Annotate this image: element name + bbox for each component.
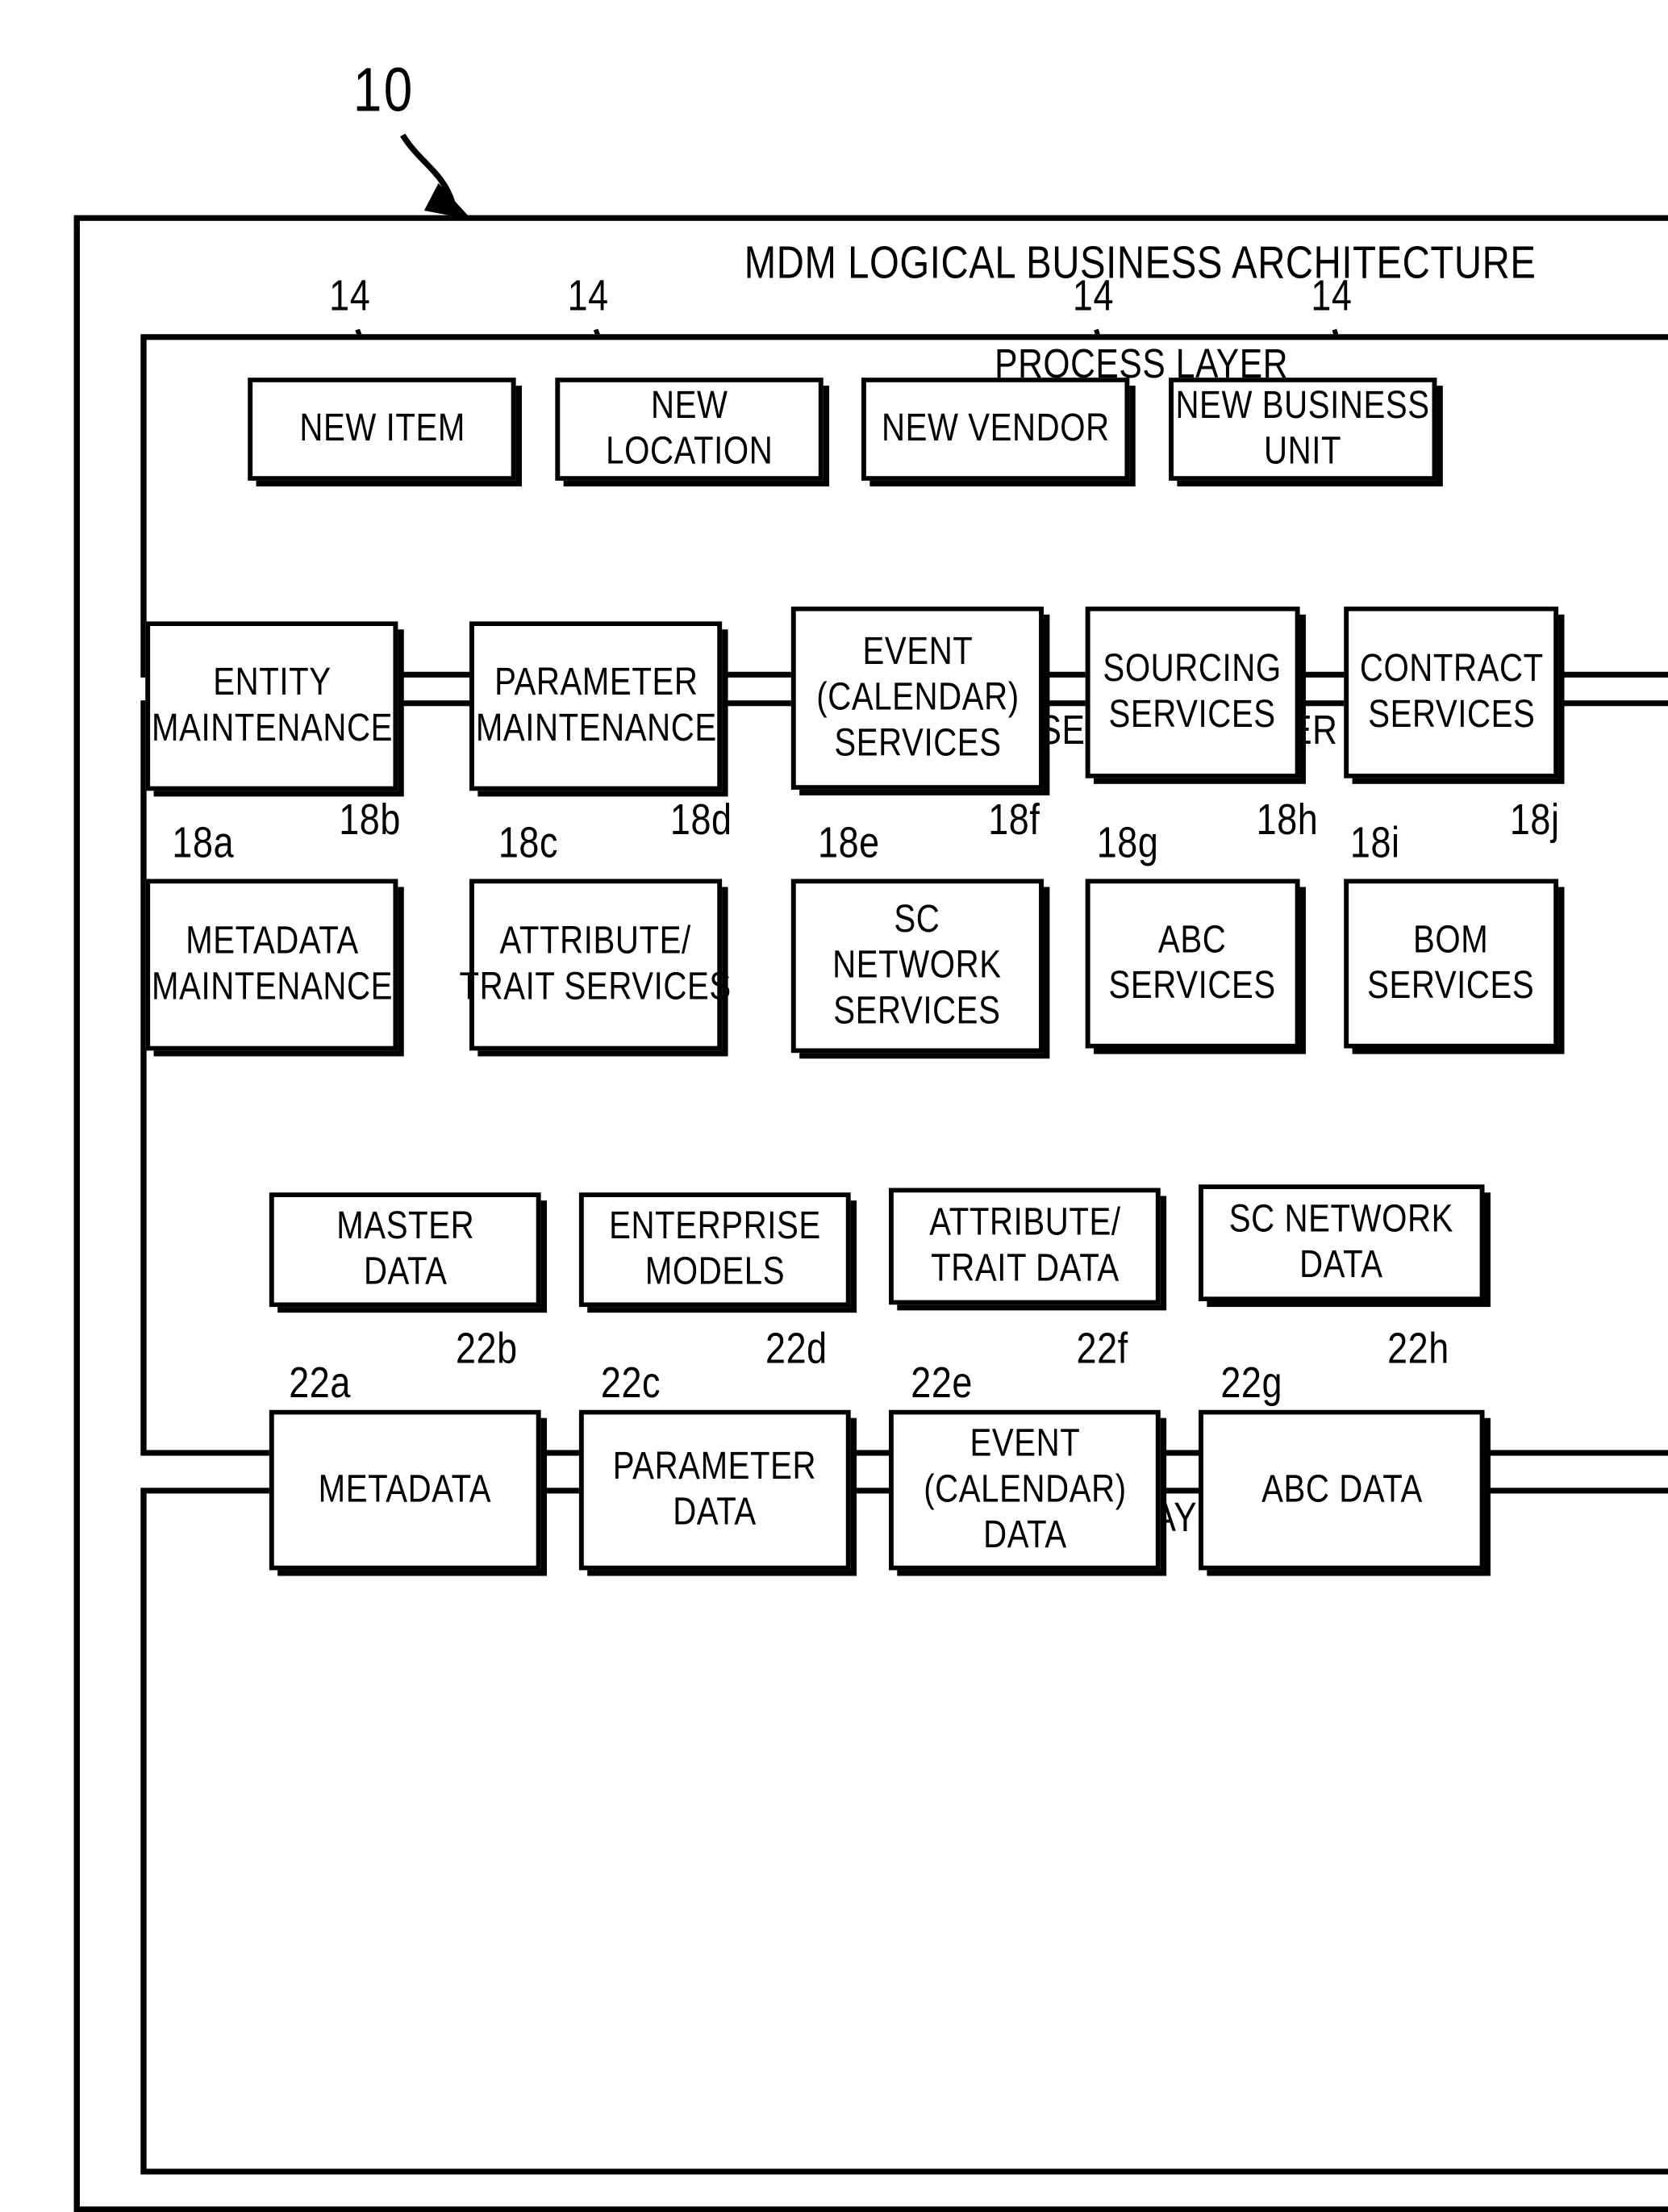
- data-reference-22e: 22e: [911, 1359, 973, 1408]
- data-box-parameter-data-label: PARAMETER DATA: [613, 1444, 817, 1534]
- data-box-sc-network-data-label: SC NETWORK DATA: [1229, 1197, 1454, 1287]
- service-reference-18f: 18f: [988, 796, 1040, 845]
- data-box-abc-data-label: ABC DATA: [1261, 1467, 1423, 1511]
- data-reference-22h: 22h: [1387, 1325, 1449, 1374]
- service-box-contract-services-label: CONTRACT SERVICES: [1359, 646, 1544, 737]
- service-box-event-calendar-services[interactable]: EVENT (CALENDAR) SERVICES: [790, 606, 1044, 790]
- process-box-new-vendor-label: NEW VENDOR: [881, 406, 1110, 450]
- data-box-attribute-trait-data[interactable]: ATTRIBUTE/TRAIT DATA: [888, 1187, 1161, 1305]
- data-box-master-data[interactable]: MASTER DATA: [269, 1192, 541, 1308]
- service-reference-18b: 18b: [339, 796, 401, 845]
- data-reference-22b: 22b: [455, 1325, 518, 1374]
- process-box-new-location-label: NEW LOCATION: [605, 383, 774, 473]
- data-reference-22f: 22f: [1076, 1325, 1128, 1374]
- service-reference-18e: 18e: [818, 819, 880, 868]
- service-box-sc-network-services[interactable]: SC NETWORK SERVICES: [790, 879, 1044, 1054]
- service-box-abc-services-label: ABC SERVICES: [1109, 918, 1277, 1008]
- data-box-event-calendar-data[interactable]: EVENT (CALENDAR) DATA: [888, 1409, 1161, 1571]
- data-box-sc-network-data[interactable]: SC NETWORK DATA: [1199, 1184, 1485, 1302]
- process-item-reference-4: 14: [1311, 272, 1353, 321]
- data-box-enterprise-models[interactable]: ENTERPRISE MODELS: [578, 1192, 851, 1308]
- service-box-contract-services[interactable]: CONTRACT SERVICES: [1344, 606, 1559, 778]
- service-box-metadata-maintenance[interactable]: METADATA MAINTENANCE: [145, 879, 398, 1051]
- service-box-metadata-maintenance-label: METADATA MAINTENANCE: [151, 919, 393, 1008]
- process-box-new-business-unit-label: NEW BUSINESS UNIT: [1175, 383, 1430, 473]
- service-reference-18a: 18a: [172, 819, 235, 868]
- process-box-new-location[interactable]: NEW LOCATION: [555, 378, 824, 481]
- data-reference-22g: 22g: [1220, 1359, 1283, 1408]
- data-box-master-data-label: MASTER DATA: [336, 1204, 474, 1294]
- data-box-metadata[interactable]: METADATA: [269, 1409, 541, 1571]
- figure-reference-number: 10: [352, 56, 415, 125]
- data-box-enterprise-models-label: ENTERPRISE MODELS: [608, 1204, 821, 1294]
- service-box-bom-services[interactable]: BOM SERVICES: [1344, 879, 1559, 1049]
- service-reference-18d: 18d: [669, 796, 732, 845]
- service-box-parameter-maintenance[interactable]: PARAMETER MAINTENANCE: [469, 621, 723, 791]
- architecture-title: MDM LOGICAL BUSINESS ARCHITECTURE: [744, 238, 1537, 289]
- process-box-new-business-unit[interactable]: NEW BUSINESS UNIT: [1169, 378, 1437, 481]
- service-box-sc-network-services-label: SC NETWORK SERVICES: [832, 897, 1003, 1033]
- process-box-new-item-label: NEW ITEM: [298, 406, 465, 450]
- process-item-reference-1: 14: [329, 272, 371, 321]
- service-reference-18g: 18g: [1096, 819, 1159, 868]
- data-box-parameter-data[interactable]: PARAMETER DATA: [578, 1409, 851, 1571]
- process-box-new-vendor[interactable]: NEW VENDOR: [861, 378, 1130, 481]
- service-box-sourcing-services[interactable]: SOURCING SERVICES: [1085, 606, 1300, 778]
- service-box-sourcing-services-label: SOURCING SERVICES: [1103, 646, 1282, 737]
- process-item-reference-2: 14: [567, 272, 609, 321]
- data-reference-22c: 22c: [600, 1359, 661, 1408]
- service-box-parameter-maintenance-label: PARAMETER MAINTENANCE: [475, 660, 717, 750]
- service-reference-18i: 18i: [1349, 819, 1400, 868]
- service-reference-18c: 18c: [498, 819, 559, 868]
- service-box-abc-services[interactable]: ABC SERVICES: [1085, 879, 1300, 1049]
- data-layer-panel: DATA LAYER 20: [140, 1488, 1668, 2175]
- data-box-event-calendar-data-label: EVENT (CALENDAR) DATA: [923, 1421, 1127, 1557]
- data-box-attribute-trait-data-label: ATTRIBUTE/TRAIT DATA: [928, 1200, 1120, 1290]
- data-reference-22d: 22d: [765, 1325, 828, 1374]
- service-box-attribute-trait-services-label: ATTRIBUTE/TRAIT SERVICES: [459, 919, 732, 1008]
- process-item-reference-3: 14: [1072, 272, 1115, 321]
- data-box-metadata-label: METADATA: [318, 1467, 492, 1511]
- process-box-new-item[interactable]: NEW ITEM: [248, 378, 516, 481]
- data-reference-22a: 22a: [289, 1359, 351, 1408]
- figure-callout-arrowhead: [423, 182, 472, 220]
- service-reference-18h: 18h: [1256, 796, 1319, 845]
- service-box-bom-services-label: BOM SERVICES: [1367, 918, 1535, 1008]
- service-box-entity-maintenance[interactable]: ENTITY MAINTENANCE: [145, 621, 398, 791]
- figure-callout-arrow: [400, 133, 456, 205]
- service-reference-18j: 18j: [1509, 796, 1560, 845]
- service-box-event-calendar-services-label: EVENT (CALENDAR) SERVICES: [815, 629, 1020, 765]
- service-box-entity-maintenance-label: ENTITY MAINTENANCE: [151, 660, 393, 750]
- service-box-attribute-trait-services[interactable]: ATTRIBUTE/TRAIT SERVICES: [460, 879, 732, 1051]
- data-box-abc-data[interactable]: ABC DATA: [1199, 1409, 1485, 1571]
